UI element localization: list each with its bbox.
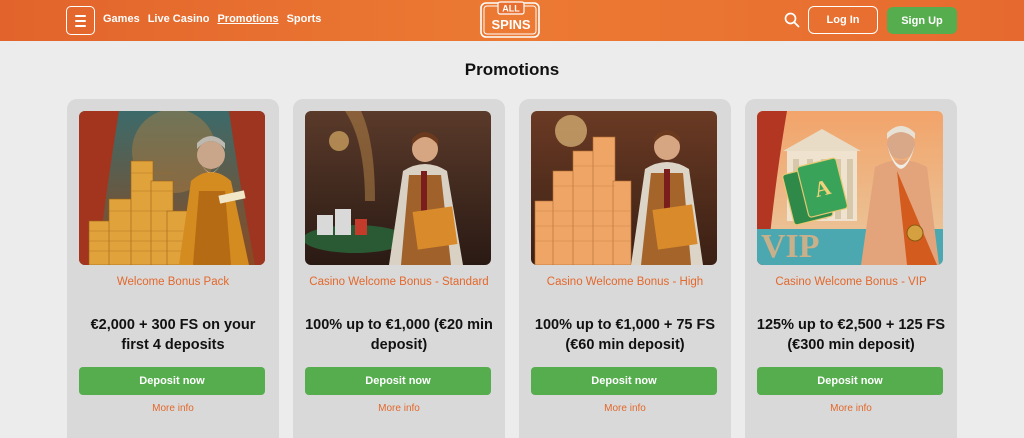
promo-offer: 125% up to €2,500 + 125 FS (€300 min dep… <box>756 317 946 353</box>
promo-image-wizard <box>79 111 265 265</box>
promo-title: Casino Welcome Bonus - VIP <box>775 276 927 288</box>
menu-icon-bar <box>75 24 86 27</box>
nav-link-games[interactable]: Games <box>103 13 140 25</box>
menu-icon-bar <box>75 19 86 22</box>
deposit-now-button[interactable]: Deposit now <box>305 367 491 395</box>
promo-offer: 100% up to €1,000 (€20 min deposit) <box>305 317 493 353</box>
allspins-logo[interactable]: ALL SPINS <box>478 1 544 39</box>
promo-image-zeus-vip: VIP A <box>757 111 943 265</box>
more-info-link[interactable]: More info <box>293 403 505 414</box>
deposit-now-button[interactable]: Deposit now <box>531 367 717 395</box>
search-icon[interactable] <box>784 12 800 28</box>
promo-card: VIP A Casino Welcome Bonus - VIP 125% up… <box>745 99 957 438</box>
nav-link-sports[interactable]: Sports <box>287 13 322 25</box>
promo-title: Welcome Bonus Pack <box>116 276 230 288</box>
promo-title: Casino Welcome Bonus - Standard <box>309 276 489 288</box>
nav-link-promotions[interactable]: Promotions <box>217 13 278 25</box>
deposit-now-button[interactable]: Deposit now <box>757 367 943 395</box>
nav-link-live-casino[interactable]: Live Casino <box>148 13 210 25</box>
hamburger-menu-button[interactable] <box>66 6 95 35</box>
promo-card: Casino Welcome Bonus - High 100% up to €… <box>519 99 731 438</box>
more-info-link[interactable]: More info <box>519 403 731 414</box>
promo-title: Casino Welcome Bonus - High <box>546 276 704 288</box>
logo-text-top: ALL <box>502 4 520 14</box>
main-nav: Games Live Casino Promotions Sports <box>103 13 321 25</box>
more-info-link[interactable]: More info <box>67 403 279 414</box>
more-info-link[interactable]: More info <box>745 403 957 414</box>
svg-text:VIP: VIP <box>761 228 820 265</box>
promo-image-dealer-high <box>531 111 717 265</box>
logo-text-main: SPINS <box>491 17 530 32</box>
page-title: Promotions <box>464 60 560 79</box>
promo-image-dealer-standard <box>305 111 491 265</box>
promo-offer: 100% up to €1,000 + 75 FS (€60 min depos… <box>534 317 716 353</box>
promo-card: Welcome Bonus Pack €2,000 + 300 FS on yo… <box>67 99 279 438</box>
login-button[interactable]: Log In <box>808 6 878 34</box>
top-header: Games Live Casino Promotions Sports ALL … <box>0 0 1024 41</box>
menu-icon-bar <box>75 14 86 17</box>
promo-offer: €2,000 + 300 FS on your first 4 deposits <box>90 317 256 353</box>
promo-card: Casino Welcome Bonus - Standard 100% up … <box>293 99 505 438</box>
signup-button[interactable]: Sign Up <box>887 7 957 34</box>
deposit-now-button[interactable]: Deposit now <box>79 367 265 395</box>
